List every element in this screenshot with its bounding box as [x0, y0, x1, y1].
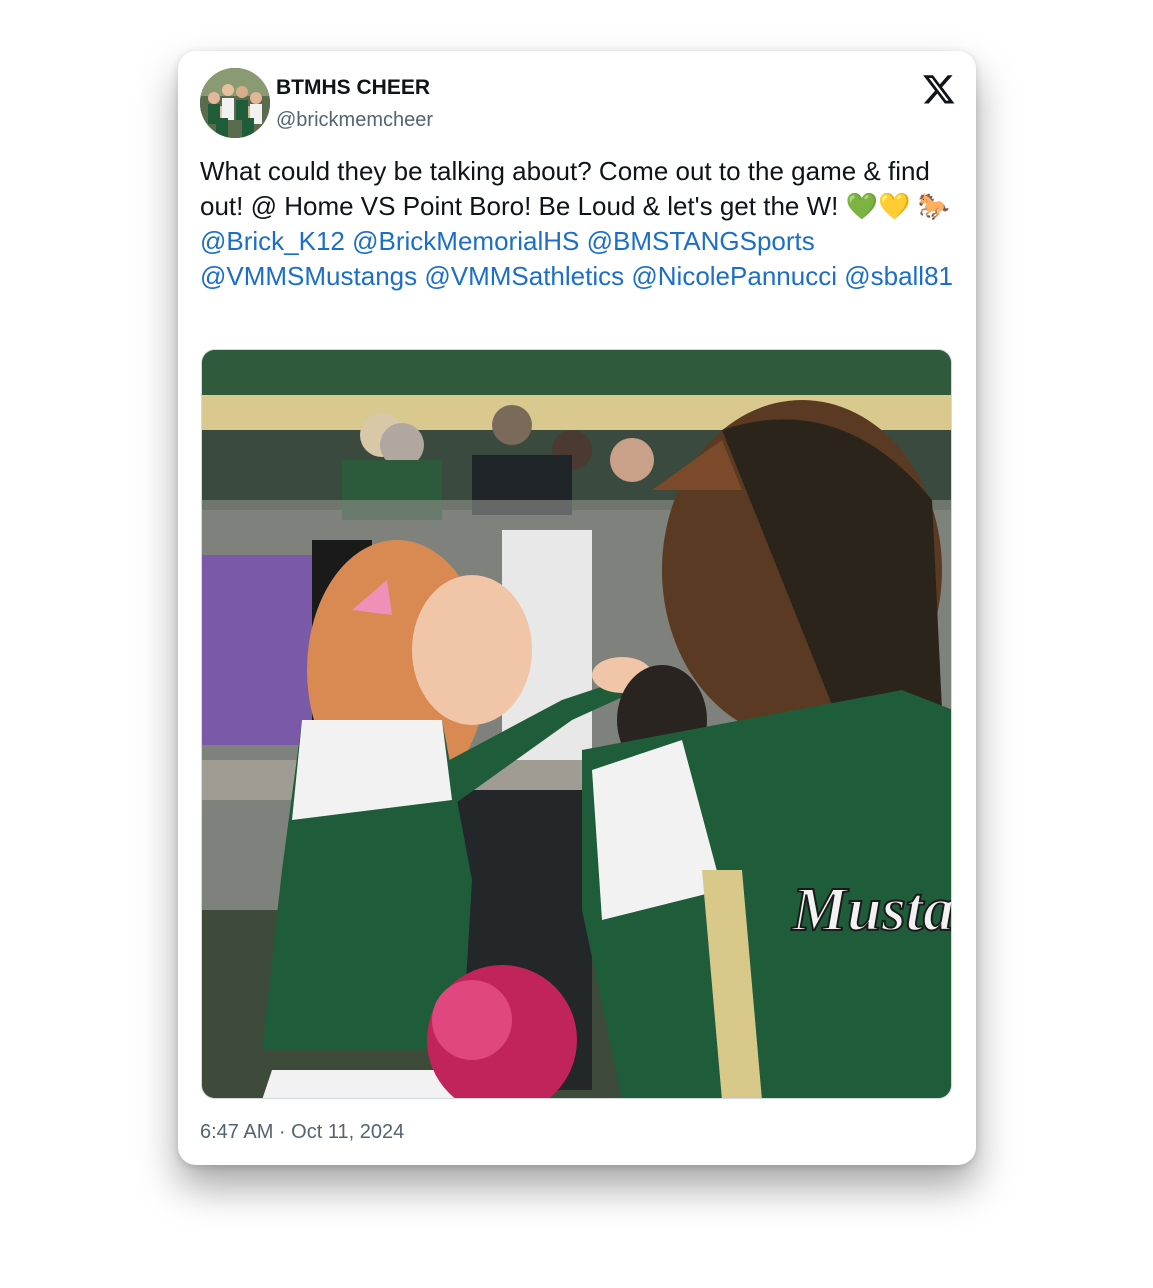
tweet-text: What could they be talking about? Come o… — [200, 154, 956, 294]
mention-link[interactable]: @Brick_K12 — [200, 226, 345, 256]
author-names: BTMHS CHEER @brickmemcheer — [276, 76, 433, 132]
mention-link[interactable]: @BMSTANGSports — [587, 226, 815, 256]
author-handle[interactable]: @brickmemcheer — [276, 108, 433, 132]
jersey-text: Mustan — [791, 876, 952, 944]
tweet-photo[interactable]: Mustan — [201, 349, 952, 1099]
x-logo-icon[interactable] — [922, 72, 956, 106]
avatar-image — [200, 68, 270, 138]
avatar[interactable] — [200, 68, 270, 138]
mention-link[interactable]: @BrickMemorialHS — [352, 226, 579, 256]
author-display-name[interactable]: BTMHS CHEER — [276, 76, 433, 100]
tweet-card: BTMHS CHEER @brickmemcheer What could th… — [178, 51, 976, 1165]
mention-link[interactable]: @VMMSMustangs — [200, 261, 417, 291]
tweet-timestamp[interactable]: 6:47 AM · Oct 11, 2024 — [200, 1119, 404, 1145]
tweet-header: BTMHS CHEER @brickmemcheer — [200, 68, 956, 140]
mention-link[interactable]: @VMMSathletics — [424, 261, 624, 291]
tweet-body-text: What could they be talking about? Come o… — [200, 156, 930, 221]
mention-link[interactable]: @NicolePannucci — [631, 261, 837, 291]
emoji-group: 💚💛 🐎 — [845, 191, 950, 221]
mention-link[interactable]: @sball81 — [844, 261, 953, 291]
photo-cheerleader-and-mascot: Mustan — [202, 350, 952, 1098]
